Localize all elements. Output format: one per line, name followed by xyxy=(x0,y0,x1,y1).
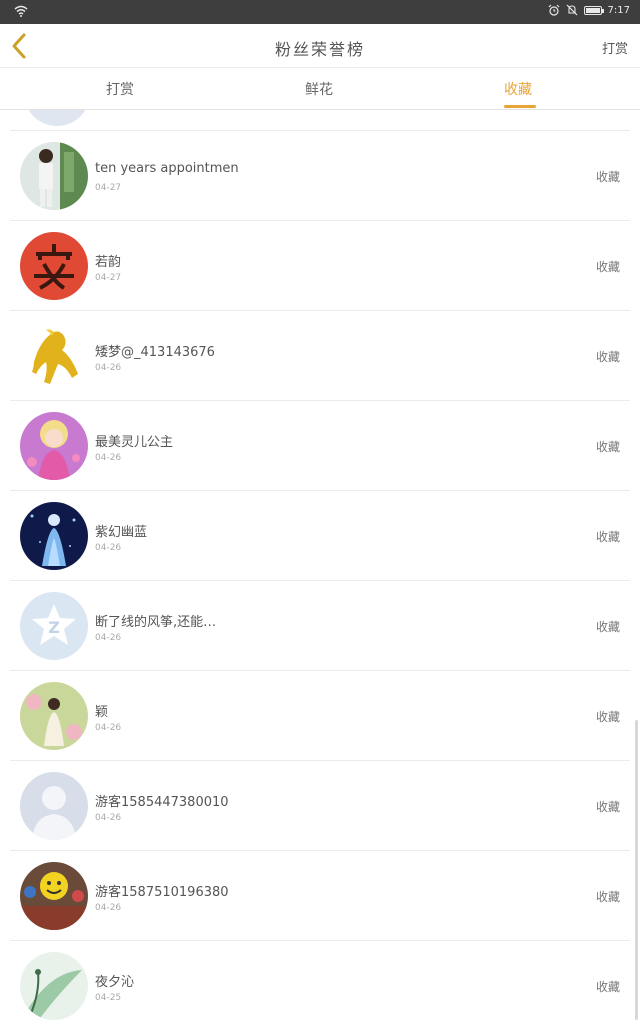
tab-reward[interactable]: 打赏 xyxy=(106,79,134,99)
user-name: 断了线的风筝,还能… xyxy=(95,615,217,630)
list-item[interactable]: 颖 04-26 收藏 xyxy=(10,671,630,761)
list-item-partial xyxy=(10,110,630,131)
avatar xyxy=(20,502,88,570)
action-label: 收藏 xyxy=(595,890,620,904)
avatar xyxy=(20,412,88,480)
svg-text:Z: Z xyxy=(48,618,60,637)
date: 04-26 xyxy=(95,723,122,733)
tab-flowers[interactable]: 鲜花 xyxy=(305,79,333,99)
date: 04-26 xyxy=(95,543,122,553)
user-name: ten years appointmen xyxy=(95,161,239,176)
avatar: Z xyxy=(20,592,88,660)
list-item[interactable]: 夜夕沁 04-25 收藏 xyxy=(10,941,630,1024)
list-item[interactable]: ten years appointmen 04-27 收藏 xyxy=(10,131,630,221)
action-label: 收藏 xyxy=(595,350,620,364)
action-label: 收藏 xyxy=(595,620,620,634)
header: 粉丝荣誉榜 打赏 xyxy=(0,24,640,68)
avatar xyxy=(20,142,88,210)
tab-favorites[interactable]: 收藏 xyxy=(504,79,532,99)
user-name: 最美灵儿公主 xyxy=(95,435,174,450)
action-label: 收藏 xyxy=(595,260,620,274)
date: 04-27 xyxy=(95,183,122,193)
date: 04-27 xyxy=(95,273,122,283)
avatar xyxy=(20,772,88,840)
alarm-icon xyxy=(548,4,559,16)
date: 04-25 xyxy=(95,993,122,1003)
date: 04-26 xyxy=(95,453,122,463)
date: 04-26 xyxy=(95,813,122,823)
page-title: 粉丝荣誉榜 xyxy=(274,40,365,59)
user-name: 游客1585447380010 xyxy=(95,795,229,810)
action-label: 收藏 xyxy=(595,170,620,184)
list-item[interactable]: 紫幻幽蓝 04-26 收藏 xyxy=(10,491,630,581)
user-name: 游客1587510196380 xyxy=(95,885,229,900)
date: 04-26 xyxy=(95,633,122,643)
list-item[interactable]: 游客1585447380010 04-26 收藏 xyxy=(10,761,630,851)
fan-list[interactable]: ten years appointmen 04-27 收藏 若韵 04-27 收… xyxy=(0,110,640,1024)
date: 04-26 xyxy=(95,363,122,373)
avatar xyxy=(20,232,88,300)
user-name: 夜夕沁 xyxy=(95,975,135,990)
tab-bar: 打赏 鲜花 收藏 xyxy=(0,68,640,110)
list-item[interactable]: 矮梦@_413143676 04-26 收藏 xyxy=(10,311,630,401)
list-item[interactable]: Z 断了线的风筝,还能… 04-26 收藏 xyxy=(10,581,630,671)
action-label: 收藏 xyxy=(595,980,620,994)
status-bar: 7:17 xyxy=(0,0,640,24)
reward-button[interactable]: 打赏 xyxy=(602,38,628,57)
scrollbar[interactable] xyxy=(635,720,638,1020)
avatar xyxy=(20,952,88,1020)
tab-indicator xyxy=(504,105,536,108)
list-item[interactable]: 最美灵儿公主 04-26 收藏 xyxy=(10,401,630,491)
user-name: 若韵 xyxy=(95,255,122,270)
user-name: 颖 xyxy=(95,705,109,720)
list-item[interactable]: 若韵 04-27 收藏 xyxy=(10,221,630,311)
action-label: 收藏 xyxy=(595,440,620,454)
date: 04-26 xyxy=(95,903,122,913)
avatar xyxy=(20,682,88,750)
action-label: 收藏 xyxy=(595,800,620,814)
avatar xyxy=(24,110,90,126)
list-item[interactable]: 游客1587510196380 04-26 收藏 xyxy=(10,851,630,941)
wifi-icon xyxy=(14,5,28,17)
status-time: 7:17 xyxy=(607,4,630,16)
user-name: 紫幻幽蓝 xyxy=(95,525,148,540)
avatar xyxy=(20,862,88,930)
user-name: 矮梦@_413143676 xyxy=(95,345,215,360)
battery-icon xyxy=(583,5,604,15)
mute-icon xyxy=(566,4,577,16)
action-label: 收藏 xyxy=(595,530,620,544)
action-label: 收藏 xyxy=(595,710,620,724)
avatar xyxy=(20,322,88,390)
